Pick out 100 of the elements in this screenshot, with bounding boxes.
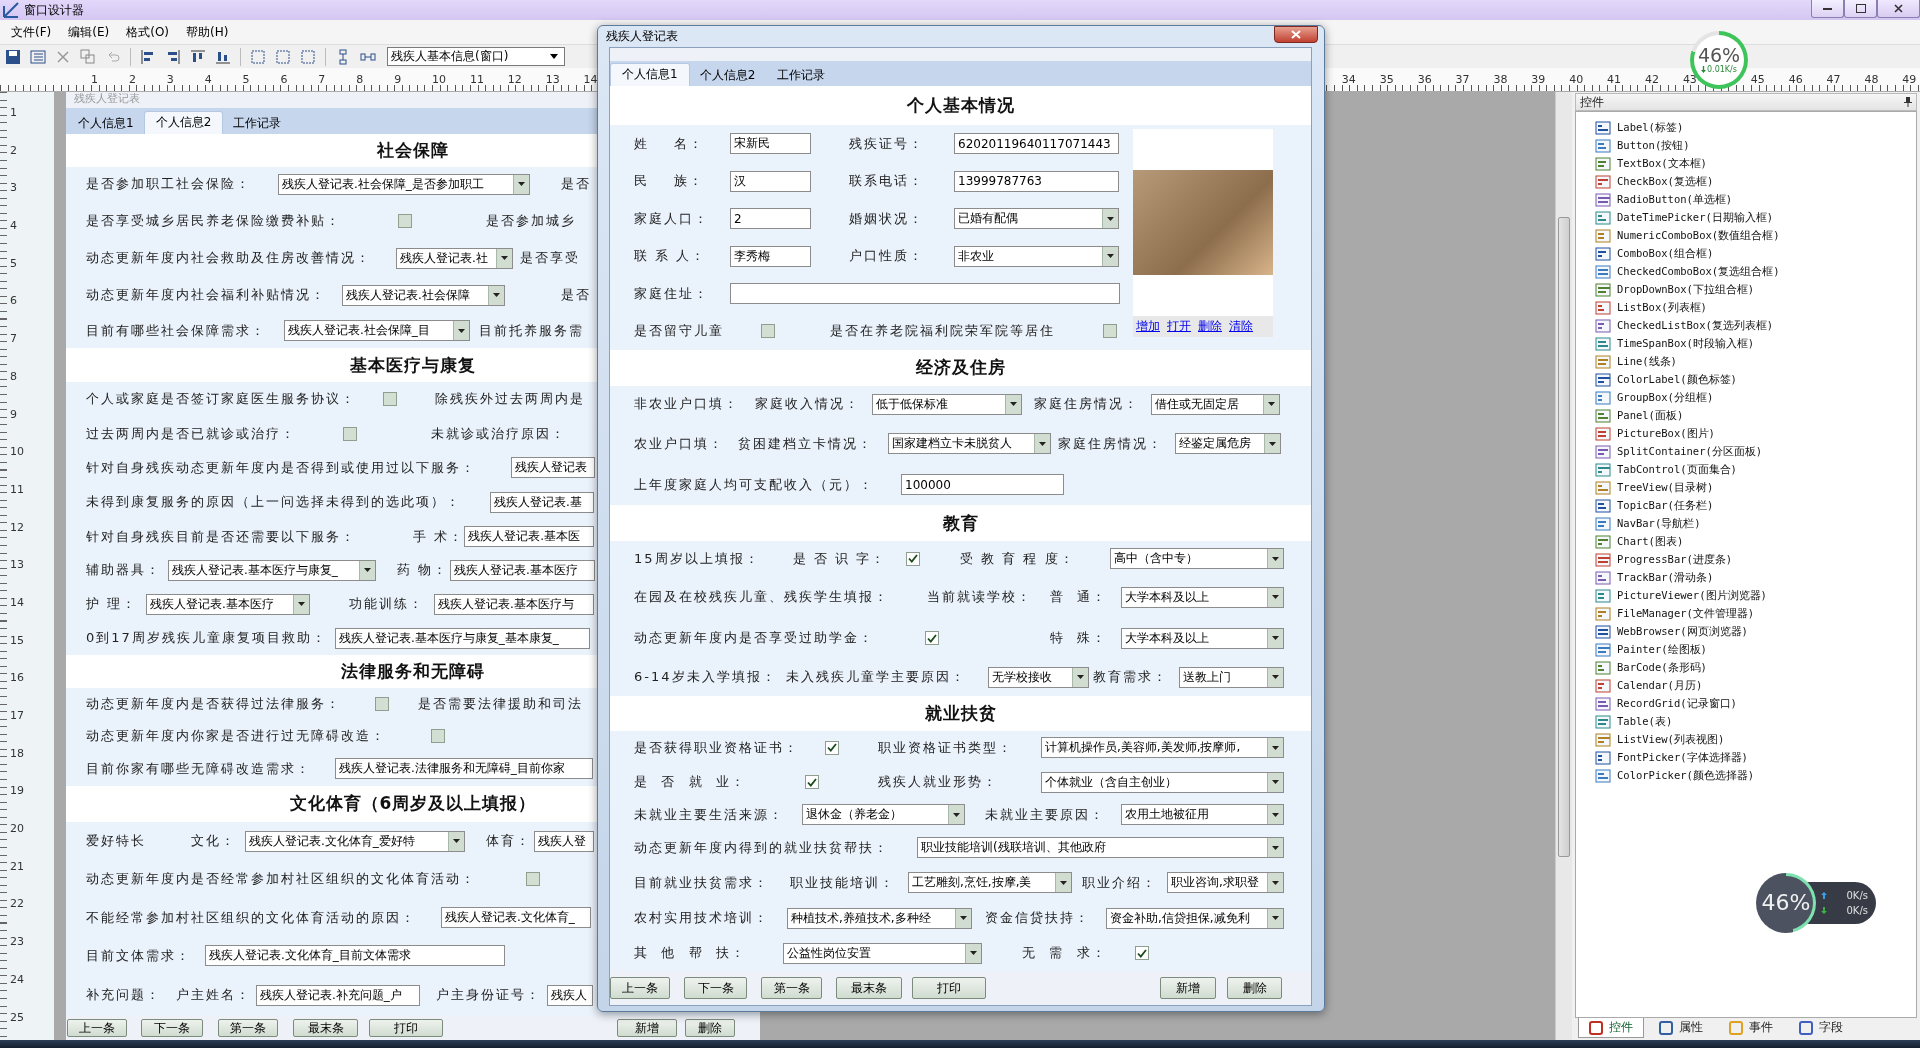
form-button[interactable]: 上一条 (67, 1019, 127, 1037)
toolbox-item[interactable]: CheckedListBox(复选列表框) (1595, 317, 1916, 335)
form-button[interactable]: 删除 (685, 1019, 735, 1037)
toolbox-item[interactable]: RecordGrid(记录窗口) (1595, 695, 1916, 713)
text-field[interactable]: 100000 (901, 474, 1064, 495)
toolbox-item[interactable]: DropDownBox(下拉组合框) (1595, 281, 1916, 299)
text-field[interactable]: 残疾人登记表.基本医疗与康复_基本康复_ (335, 627, 590, 649)
toolbox-item[interactable]: CheckedComboBox(复选组合框) (1595, 263, 1916, 281)
tab[interactable]: 工作记录 (222, 113, 293, 134)
toolbox-item[interactable]: PictureViewer(图片浏览器) (1595, 587, 1916, 605)
toolbox-item[interactable]: Calendar(月历) (1595, 677, 1916, 695)
toolbox-item[interactable]: CheckBox(复选框) (1595, 173, 1916, 191)
toolbox-item[interactable]: ProgressBar(进度条) (1595, 551, 1916, 569)
toolbox-item[interactable]: TimeSpanBox(时段输入框) (1595, 335, 1916, 353)
toolbox-item[interactable]: NavBar(导航栏) (1595, 515, 1916, 533)
text-field[interactable]: 残疾人登记表.基本医疗与 (434, 593, 594, 615)
toolbox-item[interactable]: TreeView(目录树) (1595, 479, 1916, 497)
dropdown[interactable]: 计算机操作员,美容师,美发师,按摩师, (1041, 737, 1284, 759)
dropdown[interactable]: 已婚有配偶 (954, 208, 1119, 230)
panel-tab[interactable]: 属性 (1648, 1018, 1714, 1038)
toolbox-item[interactable]: TrackBar(滑动条) (1595, 569, 1916, 587)
toolbox-item[interactable]: FileManager(文件管理器) (1595, 605, 1916, 623)
form-button[interactable]: 下一条 (684, 977, 747, 999)
text-field[interactable]: 残疾人 (547, 984, 593, 1006)
text-field[interactable]: 13999787763 (954, 170, 1119, 192)
menu-item[interactable]: 格式(O) (119, 23, 180, 41)
toolbox-item[interactable]: ComboBox(组合框) (1595, 245, 1916, 263)
dropdown[interactable]: 高中（含中专） (1110, 548, 1284, 570)
dropdown[interactable]: 公益性岗位安置 (783, 942, 982, 964)
text-field[interactable]: 残疾人登记表 (511, 457, 595, 479)
toolbox-item[interactable]: GroupBox(分组框) (1595, 389, 1916, 407)
toolbox-item[interactable]: Table(表) (1595, 713, 1916, 731)
toolbox-item[interactable]: Painter(绘图板) (1595, 641, 1916, 659)
dropdown[interactable]: 非农业 (954, 245, 1119, 267)
dropdown[interactable]: 残疾人登记表.基本医疗与康复_ (168, 559, 376, 581)
toolbox-item[interactable]: Panel(面板) (1595, 407, 1916, 425)
form-button[interactable]: 最末条 (836, 977, 902, 999)
form-button[interactable]: 新增 (1160, 977, 1216, 999)
toolbox-item[interactable]: TopicBar(任务栏) (1595, 497, 1916, 515)
dropdown[interactable]: 残疾人登记表.社会保障_是否参加职工 (278, 173, 530, 195)
text-field[interactable]: 62020119640117071443 (954, 133, 1119, 154)
text-field[interactable]: 残疾人登记表.基本医 (464, 526, 595, 547)
text-field[interactable]: 残疾人登记表.法律服务和无障碍_目前你家 (335, 758, 593, 780)
text-field[interactable]: 残疾人登记表.文化体育_目前文体需求 (205, 945, 505, 966)
dropdown[interactable]: 农用土地被征用 (1121, 804, 1284, 826)
dropdown[interactable]: 低于低保标准 (872, 393, 1022, 415)
toolbox-item[interactable]: RadioButton(单选框) (1595, 191, 1916, 209)
toolbox-item[interactable]: ListBox(列表框) (1595, 299, 1916, 317)
tab[interactable]: 个人信息2 (688, 65, 767, 86)
toolbox-item[interactable]: BarCode(条形码) (1595, 659, 1916, 677)
menu-item[interactable]: 帮助(H) (179, 23, 239, 41)
toolbox-item[interactable]: WebBrowser(网页浏览器) (1595, 623, 1916, 641)
photo-link[interactable]: 打开 (1167, 318, 1191, 335)
form-button[interactable]: 新增 (617, 1019, 677, 1037)
menu-item[interactable]: 文件(F) (4, 23, 62, 41)
form-button[interactable]: 打印 (369, 1019, 443, 1037)
text-field[interactable]: 残疾人登记表.基 (490, 491, 594, 513)
tab[interactable]: 个人信息2 (144, 111, 223, 134)
panel-tab[interactable]: 控件 (1578, 1018, 1644, 1038)
dropdown[interactable]: 国家建档立卡未脱贫人 (888, 433, 1051, 454)
form-button[interactable]: 第一条 (218, 1019, 278, 1037)
dropdown[interactable]: 借住或无固定居 (1151, 393, 1280, 415)
toolbox-item[interactable]: ColorLabel(颜色标签) (1595, 371, 1916, 389)
toolbox-item[interactable]: SplitContainer(分区面板) (1595, 443, 1916, 461)
tab[interactable]: 个人信息1 (67, 113, 145, 134)
photo-link[interactable]: 删除 (1198, 318, 1222, 335)
toolbox-item[interactable]: DateTimePicker(日期输入框) (1595, 209, 1916, 227)
dropdown[interactable]: 无学校接收 (988, 666, 1089, 688)
text-field[interactable]: 宋新民 (730, 133, 811, 154)
photo-link[interactable]: 增加 (1136, 318, 1160, 335)
text-field[interactable]: 残疾人登记表.文化体育_ (441, 907, 591, 928)
form-button[interactable]: 下一条 (141, 1019, 203, 1037)
panel-tab[interactable]: 事件 (1718, 1018, 1784, 1038)
dropdown[interactable]: 工艺雕刻,烹饪,按摩,美 (908, 872, 1072, 894)
dropdown[interactable]: 送教上门 (1179, 666, 1284, 688)
dropdown[interactable]: 残疾人登记表.社会保障_目 (284, 320, 470, 342)
dropdown[interactable]: 资金补助,信贷担保,减免利 (1106, 907, 1284, 929)
form-selector[interactable]: 残疾人基本信息(窗口) (387, 47, 565, 66)
text-field[interactable]: 李秀梅 (730, 245, 811, 267)
dropdown[interactable]: 残疾人登记表.基本医疗 (146, 593, 310, 615)
text-field[interactable]: 2 (730, 208, 811, 230)
tab[interactable]: 个人信息1 (611, 63, 689, 86)
text-field[interactable]: 汉 (730, 170, 811, 192)
dropdown[interactable]: 残疾人登记表.社 (396, 247, 513, 269)
toolbox-item[interactable]: PictureBox(图片) (1595, 425, 1916, 443)
toolbox-item[interactable]: ListView(列表视图) (1595, 731, 1916, 749)
panel-tab[interactable]: 字段 (1788, 1018, 1854, 1038)
dropdown[interactable]: 残疾人登记表.文化体育_爱好特 (245, 830, 465, 852)
toolbox-item[interactable]: NumericComboBox(数值组合框) (1595, 227, 1916, 245)
dropdown[interactable]: 经鉴定属危房 (1175, 433, 1281, 454)
dropdown[interactable]: 种植技术,养殖技术,多种经 (787, 907, 972, 929)
dropdown[interactable]: 残疾人登记表.社会保障 (342, 284, 505, 306)
photo-link[interactable]: 清除 (1229, 318, 1253, 335)
tab[interactable]: 工作记录 (766, 65, 837, 86)
text-field[interactable]: 残疾人登 (534, 830, 594, 852)
text-field[interactable]: 残疾人登记表.基本医疗 (450, 559, 595, 581)
dropdown[interactable]: 职业技能培训(残联培训、其他政府 (917, 837, 1284, 858)
toolbox-item[interactable]: TabControl(页面集合) (1595, 461, 1916, 479)
dropdown[interactable]: 个体就业（含自主创业） (1041, 771, 1284, 793)
form-button[interactable]: 最末条 (293, 1019, 358, 1037)
